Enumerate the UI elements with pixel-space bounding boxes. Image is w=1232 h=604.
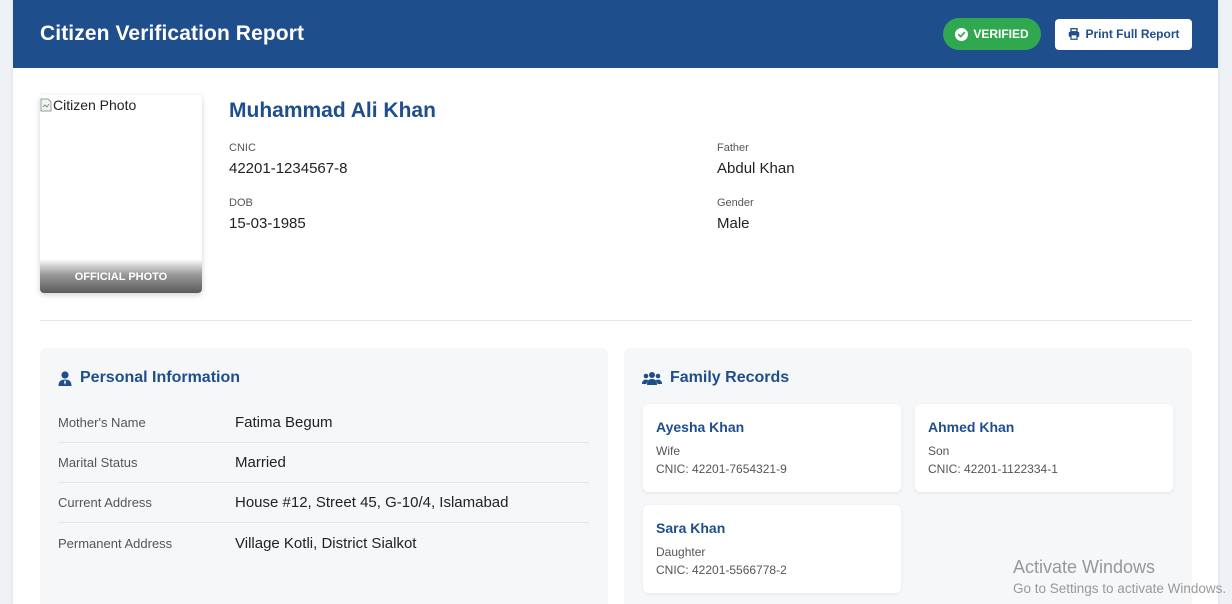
field-label: Father xyxy=(717,142,749,154)
family-member-relation: Daughter xyxy=(656,545,706,559)
family-member-relation: Wife xyxy=(656,444,680,458)
family-member-relation: Son xyxy=(928,444,950,458)
info-value: House #12, Street 45, G-10/4, Islamabad xyxy=(235,494,509,511)
page-title: Citizen Verification Report xyxy=(40,22,305,45)
profile-section: Citizen Photo OFFICIAL PHOTO Muhammad Al… xyxy=(40,95,1192,321)
broken-image-icon xyxy=(40,98,52,112)
field-value: 42201-1234567-8 xyxy=(229,160,348,177)
field-dob: DOB 15-03-1985 xyxy=(229,197,306,232)
print-label: Print Full Report xyxy=(1085,27,1180,41)
family-member-cnic: CNIC: 42201-7654321-9 xyxy=(656,462,787,476)
personal-info-table: Mother's Name Fatima Begum Marital Statu… xyxy=(58,403,589,563)
field-gender: Gender Male xyxy=(717,197,754,232)
info-label: Permanent Address xyxy=(58,535,173,551)
family-member-cnic: CNIC: 42201-5566778-2 xyxy=(656,563,787,577)
report-header: Citizen Verification Report VERIFIED Pri… xyxy=(13,0,1218,68)
family-member-name: Ayesha Khan xyxy=(656,419,745,435)
field-father: Father Abdul Khan xyxy=(717,142,795,177)
field-cnic: CNIC 42201-1234567-8 xyxy=(229,142,347,177)
photo-caption: OFFICIAL PHOTO xyxy=(40,259,202,293)
field-label: CNIC xyxy=(229,142,256,154)
panel-title-label: Personal Information xyxy=(80,369,241,386)
verified-label: VERIFIED xyxy=(973,27,1029,41)
family-member-card[interactable]: Ayesha Khan Wife CNIC: 42201-7654321-9 xyxy=(643,404,901,492)
user-icon xyxy=(58,370,72,386)
header-actions: VERIFIED Print Full Report xyxy=(943,18,1192,50)
family-records-panel: Family Records Ayesha Khan Wife CNIC: 42… xyxy=(624,348,1192,604)
citizen-name: Muhammad Ali Khan xyxy=(229,99,436,122)
check-circle-icon xyxy=(955,27,969,41)
info-value: Village Kotli, District Sialkot xyxy=(235,534,417,552)
family-member-card[interactable]: Sara Khan Daughter CNIC: 42201-5566778-2 xyxy=(643,505,901,593)
info-row: Mother's Name Fatima Begum xyxy=(58,403,589,443)
family-member-name: Ahmed Khan xyxy=(928,419,1015,435)
panel-title: Personal Information xyxy=(58,369,240,387)
photo-alt-label: Citizen Photo xyxy=(53,97,137,113)
field-value: 15-03-1985 xyxy=(229,215,306,232)
info-label: Mother's Name xyxy=(58,415,146,430)
panel-title-label: Family Records xyxy=(670,369,790,386)
info-label: Marital Status xyxy=(58,455,138,470)
info-value: Fatima Begum xyxy=(235,414,333,431)
photo-alt-text: Citizen Photo xyxy=(40,97,136,113)
field-label: Gender xyxy=(717,197,754,209)
panel-title: Family Records xyxy=(642,369,789,387)
info-value: Married xyxy=(235,454,286,471)
info-row: Current Address House #12, Street 45, G-… xyxy=(58,483,589,523)
print-report-button[interactable]: Print Full Report xyxy=(1055,18,1192,50)
field-value: Abdul Khan xyxy=(717,160,795,177)
family-member-name: Sara Khan xyxy=(656,520,726,536)
citizen-photo: Citizen Photo OFFICIAL PHOTO xyxy=(40,95,202,293)
printer-icon xyxy=(1068,28,1079,40)
info-row: Marital Status Married xyxy=(58,443,589,483)
users-icon xyxy=(642,371,662,385)
field-label: DOB xyxy=(229,197,253,209)
info-label: Current Address xyxy=(58,495,152,510)
verified-badge: VERIFIED xyxy=(943,18,1041,50)
personal-information-panel: Personal Information Mother's Name Fatim… xyxy=(40,348,608,604)
family-member-card[interactable]: Ahmed Khan Son CNIC: 42201-1122334-1 xyxy=(915,404,1173,492)
family-member-cnic: CNIC: 42201-1122334-1 xyxy=(928,462,1058,476)
field-value: Male xyxy=(717,215,750,232)
report-card: Citizen Verification Report VERIFIED Pri… xyxy=(13,0,1218,604)
info-row: Permanent Address Village Kotli, Distric… xyxy=(58,523,589,563)
